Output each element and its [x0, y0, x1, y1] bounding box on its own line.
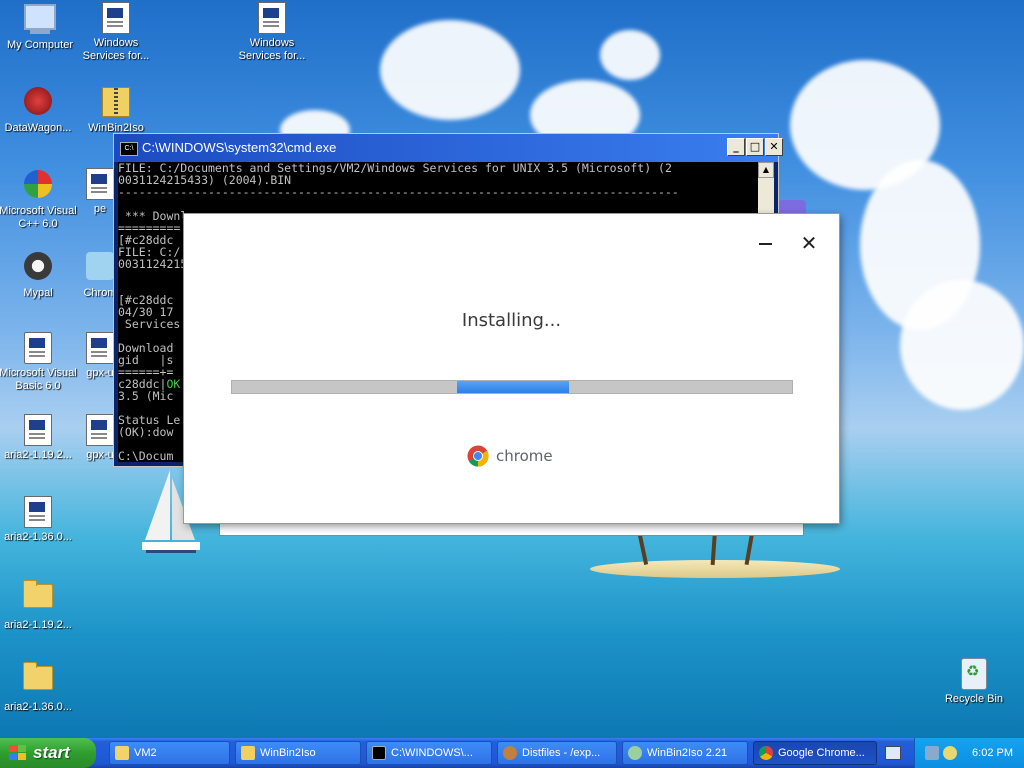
document-icon: [22, 414, 54, 446]
desktop-icon-label: aria2-1.36.0...: [4, 531, 72, 543]
desktop-icon-label: Windows Services for...: [238, 37, 306, 62]
cmd-minimize-button[interactable]: _: [727, 138, 745, 156]
installer-progress-fill: [457, 381, 569, 393]
cmd-output-line: [118, 198, 758, 210]
desktop-icon-my-computer[interactable]: My Computer: [0, 2, 80, 52]
cmd-maximize-button[interactable]: □: [746, 138, 764, 156]
chrome-icon: [759, 746, 773, 760]
desktop-icon-windows-services-1[interactable]: Windows Services for...: [76, 2, 156, 63]
desktop-icon-aria2-1192-folder[interactable]: aria2-1.19.2...: [0, 578, 78, 632]
chrome-installer-icon: [84, 252, 116, 284]
desktop-icon-datawagon[interactable]: DataWagon...: [0, 85, 78, 135]
folder-icon: [115, 746, 129, 760]
cmd-close-button[interactable]: ✕: [765, 138, 783, 156]
recycle-bin-icon: ♻: [958, 658, 990, 690]
installer-progress-bar: [231, 380, 793, 394]
desktop-icon-label: aria2-1.19.2...: [4, 619, 72, 631]
keyboard-language-icon[interactable]: [885, 746, 901, 760]
taskbar-item-vm2[interactable]: VM2: [109, 741, 230, 765]
document-icon: [256, 2, 288, 34]
cloud: [600, 30, 660, 80]
document-icon: [84, 168, 116, 200]
chrome-brand-text: chrome: [496, 447, 553, 465]
cmd-title-text: C:\WINDOWS\system32\cmd.exe: [142, 140, 337, 155]
document-icon: [84, 332, 116, 364]
desktop-icon-aria2-1192-file[interactable]: aria2-1.19.2...: [0, 414, 78, 462]
cmd-icon: C:\: [120, 142, 138, 156]
desktop-icon-label: Mypal: [23, 287, 53, 299]
chrome-logo-icon: [467, 445, 489, 467]
chrome-installer-dialog[interactable]: ✕ Installing... chrome: [184, 214, 839, 523]
folder-icon: [22, 662, 54, 698]
tray-clock[interactable]: 6:02 PM: [972, 738, 1013, 768]
scroll-up-arrow-icon[interactable]: ▲: [758, 162, 774, 178]
taskbar-item-winbin2iso-folder[interactable]: WinBin2Iso: [235, 741, 361, 765]
document-icon: [22, 496, 54, 528]
taskbar-item-label: Distfiles - /exp...: [522, 747, 601, 759]
installer-status-text: Installing...: [461, 310, 562, 331]
desktop-icon-label: aria2-1.36.0...: [4, 701, 72, 713]
computer-icon: [24, 4, 56, 36]
desktop-icon-recycle-bin[interactable]: ♻ Recycle Bin: [934, 658, 1014, 706]
desktop-icon-winbin2iso[interactable]: WinBin2Iso: [76, 85, 156, 135]
desktop-icon-visual-cpp[interactable]: Microsoft Visual C++ 6.0: [0, 168, 78, 231]
mypal-icon: [22, 252, 54, 284]
desktop-icon-aria2-1360-folder[interactable]: aria2-1.36.0...: [0, 660, 78, 714]
desktop-icon-label: Microsoft Visual C++ 6.0: [0, 205, 77, 230]
system-tray: 6:02 PM: [914, 738, 1024, 768]
taskbar-item-label: Google Chrome...: [778, 747, 865, 759]
taskbar: start VM2 WinBin2Iso C:\WINDOWS\... Dist…: [0, 738, 1024, 768]
desktop-icon-label: My Computer: [6, 39, 74, 51]
taskbar-item-label: WinBin2Iso: [260, 747, 316, 759]
taskbar-item-cmd[interactable]: C:\WINDOWS\...: [366, 741, 492, 765]
cmd-titlebar[interactable]: C:\ C:\WINDOWS\system32\cmd.exe _ □ ✕: [114, 134, 783, 162]
zip-icon: [100, 87, 132, 119]
desktop-icon-aria2-1360-file[interactable]: aria2-1.36.0...: [0, 496, 78, 544]
visual-basic-icon: [22, 332, 54, 364]
folder-icon: [22, 580, 54, 616]
desktop-icon-mypal[interactable]: Mypal: [0, 250, 78, 300]
taskbar-item-label: C:\WINDOWS\...: [391, 747, 473, 759]
visual-cpp-icon: [22, 170, 54, 202]
windows-flag-icon: [9, 745, 27, 761]
cmd-icon: [372, 746, 386, 760]
taskbar-item-distfiles[interactable]: Distfiles - /exp...: [497, 741, 617, 765]
installer-close-button[interactable]: ✕: [798, 233, 820, 255]
taskbar-item-winbin2iso-app[interactable]: WinBin2Iso 2.21: [622, 741, 748, 765]
taskbar-item-label: WinBin2Iso 2.21: [647, 747, 728, 759]
cmd-output-line: ----------------------------------------…: [118, 185, 679, 199]
desktop-icon-visual-basic[interactable]: Microsoft Visual Basic 6.0: [0, 332, 78, 393]
desktop-icon-windows-services-2[interactable]: Windows Services for...: [232, 2, 312, 63]
start-label: start: [33, 743, 70, 762]
browser-icon: [503, 746, 517, 760]
desktop-icon-label: DataWagon...: [4, 122, 72, 134]
cloud: [900, 280, 1024, 410]
desktop-icon-label: aria2-1.19.2...: [4, 449, 72, 461]
network-icon[interactable]: [925, 746, 939, 760]
start-button[interactable]: start: [0, 738, 96, 768]
taskbar-item-label: VM2: [134, 747, 157, 759]
speaker-icon[interactable]: [943, 746, 957, 760]
document-icon: [84, 414, 116, 446]
zip-icon: [241, 746, 255, 760]
cloud: [380, 20, 520, 120]
taskbar-item-google-chrome[interactable]: Google Chrome...: [753, 741, 877, 765]
sand-island: [590, 560, 840, 578]
datawagon-icon: [22, 87, 54, 119]
disc-icon: [628, 746, 642, 760]
document-icon: [100, 2, 132, 34]
desktop-icon-label: Recycle Bin: [944, 693, 1004, 705]
desktop-icon-label: Windows Services for...: [82, 37, 150, 62]
desktop-icon-label: Microsoft Visual Basic 6.0: [0, 367, 77, 392]
installer-minimize-button[interactable]: [756, 232, 776, 254]
